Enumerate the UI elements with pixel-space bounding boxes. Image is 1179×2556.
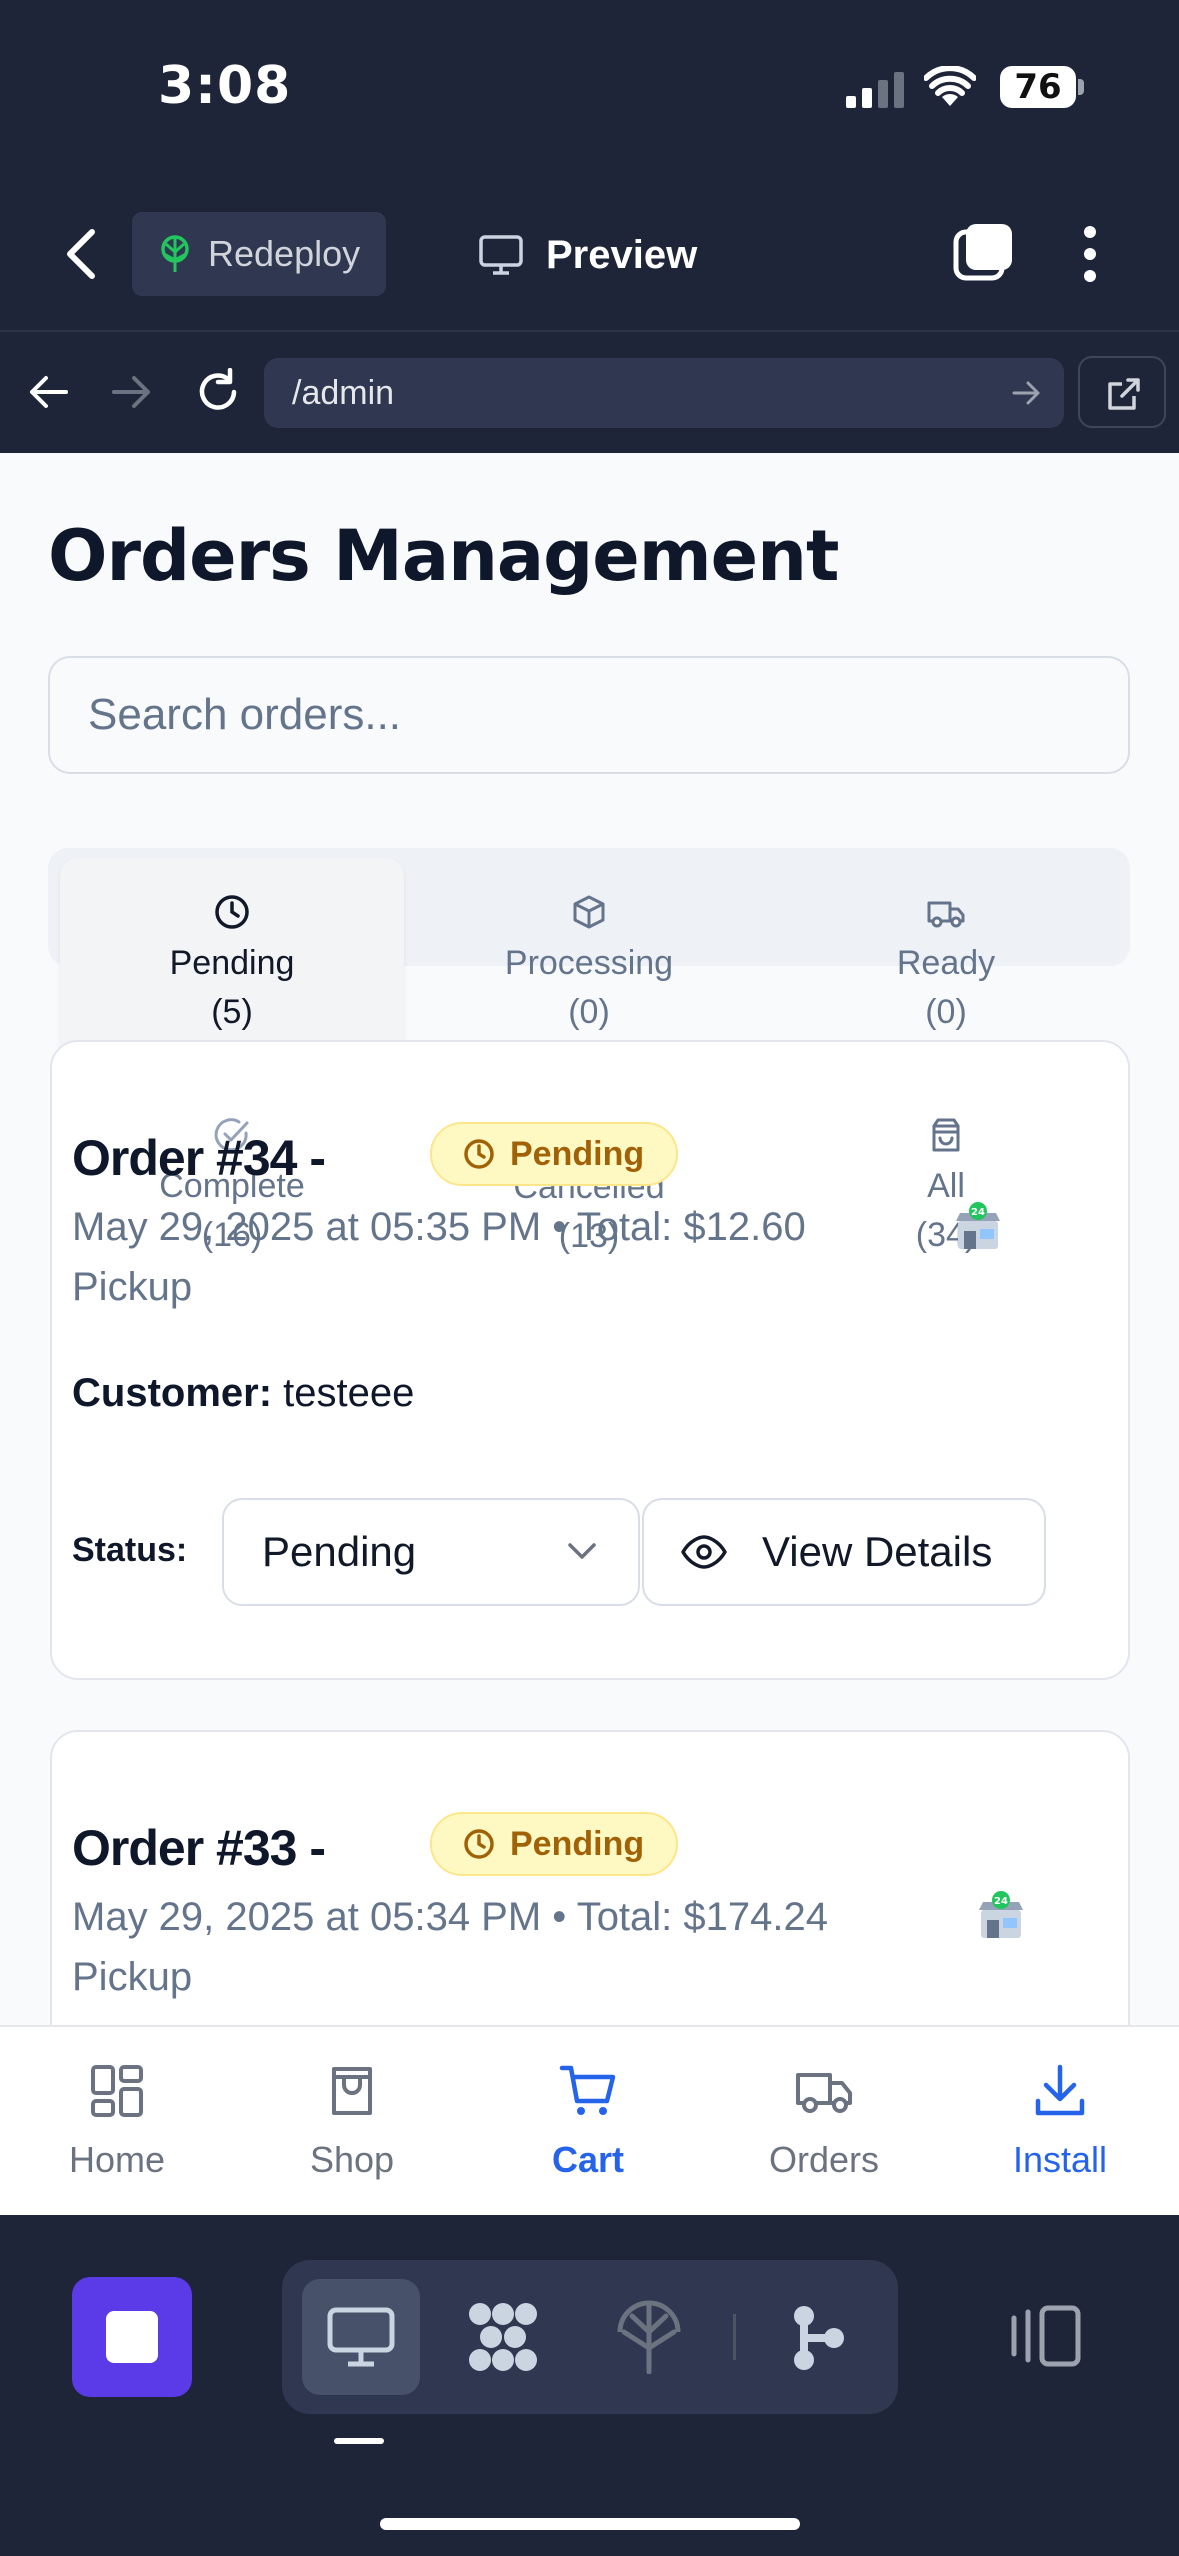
monitor-icon — [326, 2306, 396, 2368]
tab-all[interactable]: All (34) — [776, 1116, 1116, 1260]
eye-icon — [680, 1535, 728, 1569]
nav-install-label: Install — [1012, 2139, 1108, 2180]
preview-button[interactable]: Preview — [478, 220, 697, 290]
store-24h-icon: 24 — [975, 1890, 1027, 1942]
deploy-tree-icon — [158, 234, 192, 274]
status-select[interactable]: Pending — [222, 1498, 640, 1606]
stop-button[interactable] — [72, 2277, 192, 2397]
tab-all-count: (34) — [915, 1216, 977, 1254]
bag-icon — [776, 1116, 1116, 1154]
order-customer: Customer: testeee — [72, 1371, 414, 1416]
nav-home[interactable]: Home — [17, 2027, 217, 2217]
url-field[interactable]: /admin — [264, 358, 1064, 428]
store-24h-icon: 24 — [952, 1201, 1004, 1253]
tab-pending-label: Pending — [169, 944, 295, 982]
tab-pending-count: (5) — [211, 993, 253, 1031]
nav-install[interactable]: Install — [960, 2027, 1160, 2217]
order-meta-date-total: May 29, 2025 at 05:34 PM • Total: $174.2… — [72, 1895, 828, 1939]
clock-icon — [462, 1827, 496, 1861]
tab-all-label: All — [927, 1167, 965, 1205]
split-view-icon[interactable] — [1010, 2304, 1082, 2368]
apps-cluster-icon[interactable] — [466, 2300, 540, 2374]
status-field-label: Status: — [72, 1531, 188, 1569]
tab-processing[interactable]: Processing (0) — [419, 893, 759, 1037]
tab-processing-count: (0) — [568, 993, 610, 1031]
order-title: Order #33 - — [72, 1820, 326, 1876]
go-arrow-icon[interactable] — [1012, 379, 1042, 407]
battery-indicator: 76 — [1000, 66, 1076, 108]
reload-icon[interactable] — [194, 368, 242, 416]
package-icon — [419, 893, 759, 931]
monitor-icon — [478, 234, 524, 276]
customer-label: Customer: — [72, 1371, 273, 1415]
order-fulfillment: Pickup — [72, 1955, 193, 1999]
cart-icon — [488, 2063, 688, 2127]
branch-icon[interactable] — [790, 2302, 846, 2374]
status-badge: Pending — [430, 1812, 679, 1876]
tab-pending[interactable]: Pending (5) — [62, 893, 402, 1037]
truck-icon — [724, 2063, 924, 2127]
search-input[interactable]: Search orders... — [48, 656, 1130, 774]
wifi-icon — [924, 66, 976, 108]
status-badge-label: Pending — [510, 1824, 645, 1863]
order-meta-date-total: May 29, 2025 at 05:35 PM • Total: $12.60 — [72, 1205, 806, 1249]
truck-icon — [776, 893, 1116, 931]
nav-back-arrow-icon[interactable] — [26, 372, 70, 412]
view-details-button[interactable]: View Details — [642, 1498, 1046, 1606]
tab-ready-count: (0) — [925, 993, 967, 1031]
page-title: Orders Management — [48, 515, 839, 597]
clock-icon — [462, 1137, 496, 1171]
status-select-value: Pending — [262, 1528, 417, 1575]
order-title: Order #34 - — [72, 1130, 326, 1186]
chevron-down-icon — [566, 1540, 598, 1562]
open-external-button[interactable] — [1078, 356, 1166, 428]
status-time: 3:08 — [158, 56, 292, 116]
tab-ready-label: Ready — [896, 944, 996, 982]
active-view-indicator — [334, 2438, 384, 2444]
clock-icon — [62, 893, 402, 931]
svg-text:24: 24 — [994, 1896, 1008, 1907]
back-chevron-icon[interactable] — [62, 226, 102, 282]
preview-label: Preview — [546, 232, 698, 277]
nav-forward-arrow-icon[interactable] — [110, 372, 154, 412]
nav-shop[interactable]: Shop — [252, 2027, 452, 2217]
shop-icon — [252, 2063, 452, 2127]
nav-shop-label: Shop — [309, 2139, 395, 2180]
order-fulfillment: Pickup — [72, 1265, 193, 1309]
url-text: /admin — [292, 374, 395, 412]
nav-orders-label: Orders — [768, 2139, 880, 2180]
status-badge-label: Pending — [510, 1134, 645, 1173]
status-badge: Pending — [430, 1122, 679, 1186]
tab-ready[interactable]: Ready (0) — [776, 893, 1116, 1037]
nav-orders[interactable]: Orders — [724, 2027, 924, 2217]
nav-home-label: Home — [68, 2139, 166, 2180]
tab-processing-label: Processing — [504, 944, 674, 982]
nav-cart-label: Cart — [551, 2139, 625, 2180]
battery-tip — [1078, 79, 1084, 95]
svg-text:24: 24 — [971, 1207, 985, 1218]
stop-square-icon — [106, 2311, 158, 2363]
deploy-tree-icon[interactable] — [614, 2298, 684, 2374]
view-details-label: View Details — [762, 1528, 993, 1575]
more-vertical-icon[interactable] — [1080, 224, 1100, 284]
external-link-icon — [1106, 376, 1142, 412]
nav-cart[interactable]: Cart — [488, 2027, 688, 2217]
redeploy-button[interactable]: Redeploy — [132, 212, 386, 296]
customer-name: testeee — [283, 1371, 415, 1415]
web-page: Orders Management Search orders... Pendi… — [0, 453, 1179, 2025]
dock-divider — [733, 2314, 736, 2360]
order-card — [50, 1730, 1130, 2025]
redeploy-label: Redeploy — [208, 233, 361, 274]
bottom-nav: Home Shop Cart Orders Install — [0, 2025, 1179, 2215]
home-indicator[interactable] — [380, 2518, 800, 2530]
tabs-switcher-icon[interactable] — [952, 222, 1014, 284]
signal-icon — [846, 72, 904, 108]
grid-icon — [17, 2063, 217, 2127]
download-icon — [960, 2063, 1160, 2127]
